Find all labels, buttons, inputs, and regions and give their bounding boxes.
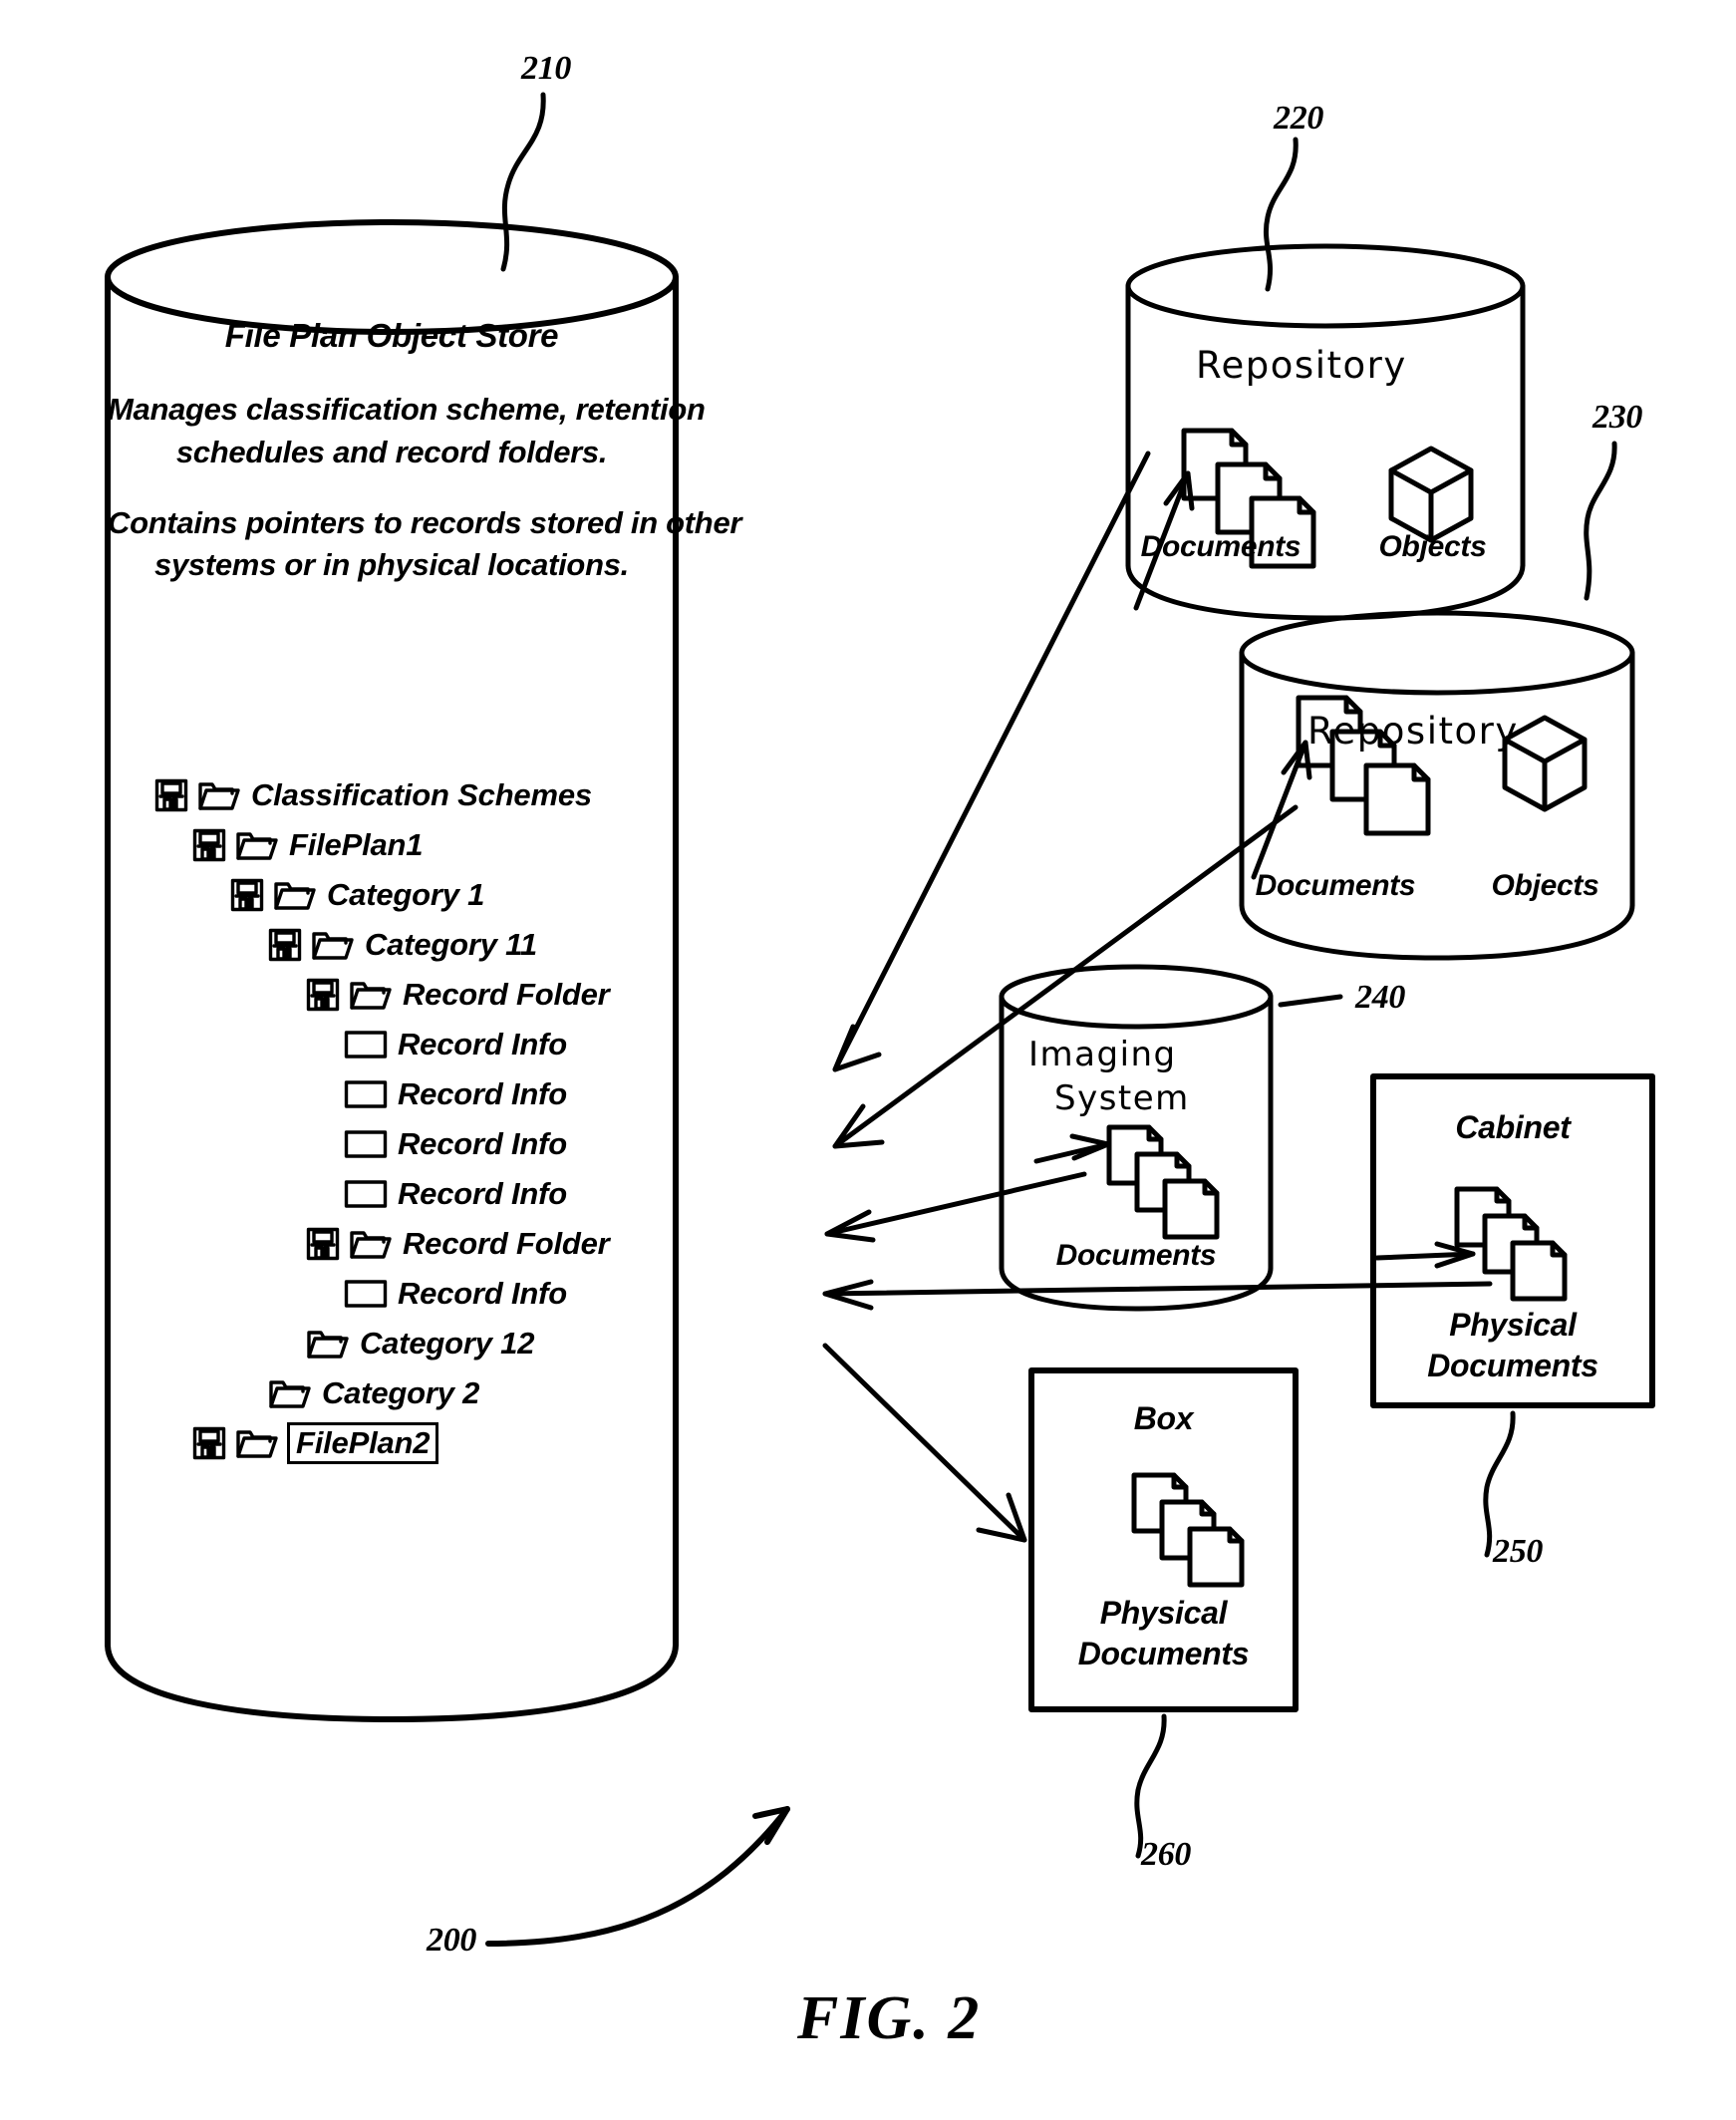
folder-icon [235, 1427, 279, 1459]
tree-row[interactable]: Record Info [154, 1020, 713, 1069]
repository-bottom-title: Repository [1307, 710, 1519, 753]
tree-row[interactable]: Category 12 [154, 1319, 713, 1368]
record-icon [344, 1279, 388, 1309]
repository-top-title: Repository [1196, 344, 1407, 387]
store-title: File Plan Object Store [224, 317, 559, 354]
record-icon [344, 1129, 388, 1159]
folder-icon [273, 879, 317, 911]
save-icon [230, 878, 264, 912]
store-paragraph-1-line-2: schedules and record folders. [175, 434, 608, 469]
tree-row[interactable]: Category 2 [154, 1368, 713, 1418]
ref-number-250: 250 [1493, 1533, 1544, 1570]
ref-number-240: 240 [1355, 979, 1406, 1016]
repository-top-documents-label: Documents [1140, 530, 1302, 563]
tree-item-label: Category 1 [327, 877, 485, 912]
store-paragraph-2-line-1: Contains pointers to records stored in o… [108, 504, 742, 540]
record-icon [344, 1030, 388, 1060]
tree-item-label: Category 2 [322, 1375, 480, 1410]
store-paragraph-1-line-1: Manages classification scheme, retention [108, 392, 706, 427]
save-icon [306, 978, 340, 1012]
repository-bottom-objects-label: Objects [1491, 869, 1599, 902]
save-icon [154, 778, 188, 812]
tree-row[interactable]: Record Info [154, 1119, 713, 1169]
folder-icon [349, 1228, 393, 1260]
tree-item-label: Classification Schemes [251, 777, 592, 812]
tree-item-label: Record Info [398, 1027, 568, 1061]
imaging-system-title-line-2: System [1054, 1078, 1190, 1118]
ref-number-230: 230 [1592, 399, 1643, 436]
save-icon [192, 828, 226, 862]
tree-row[interactable]: Record Folder [154, 970, 713, 1020]
save-icon [306, 1227, 340, 1261]
save-icon [268, 928, 302, 962]
patent-figure-page: 210 220 230 240 250 260 200 FIG. 2 File … [0, 0, 1736, 2120]
objects-cube-repository-top [1388, 446, 1474, 543]
folder-icon [349, 979, 393, 1011]
classification-tree[interactable]: Classification Schemes FilePlan1 Category … [154, 770, 713, 1468]
record-icon [344, 1179, 388, 1209]
tree-row[interactable]: Category 11 [154, 920, 713, 970]
document-stack-box [1131, 1472, 1245, 1588]
imaging-system-title-line-1: Imaging [1028, 1035, 1177, 1074]
repository-top-objects-label: Objects [1378, 530, 1487, 563]
cabinet-title: Cabinet [1455, 1109, 1571, 1145]
store-paragraph-1: Manages classification scheme, retention… [108, 389, 706, 474]
folder-icon [311, 929, 355, 961]
figure-label: FIG. 2 [797, 1984, 982, 2052]
save-icon [192, 1426, 226, 1460]
tree-item-label: FilePlan1 [289, 827, 424, 862]
tree-item-label: Category 12 [360, 1326, 535, 1361]
tree-row[interactable]: Classification Schemes [154, 770, 713, 820]
repository-bottom-documents-label: Documents [1255, 869, 1416, 902]
box-contents-line-2: Documents [1077, 1636, 1250, 1671]
tree-item-label: FilePlan2 [287, 1422, 439, 1464]
record-icon [344, 1079, 388, 1109]
folder-icon [306, 1328, 350, 1360]
folder-icon [268, 1377, 312, 1409]
tree-row[interactable]: Record Info [154, 1069, 713, 1119]
tree-item-label: Record Info [398, 1276, 568, 1311]
imaging-system-documents-label: Documents [1055, 1239, 1217, 1272]
ref-number-210: 210 [521, 50, 572, 87]
tree-row[interactable]: FilePlan1 [154, 820, 713, 870]
ref-number-260: 260 [1141, 1836, 1192, 1873]
ref-number-220: 220 [1274, 100, 1324, 137]
tree-row[interactable]: Record Folder [154, 1219, 713, 1269]
tree-item-label: Record Folder [403, 977, 610, 1012]
tree-row[interactable]: Record Info [154, 1169, 713, 1219]
ref-number-200: 200 [427, 1922, 477, 1959]
document-stack-imaging-system [1106, 1124, 1220, 1240]
folder-icon [235, 829, 279, 861]
tree-row[interactable]: Record Info [154, 1269, 713, 1319]
cabinet-contents-line-2: Documents [1427, 1348, 1598, 1383]
tree-item-label: Record Info [398, 1176, 568, 1211]
cabinet-contents-line-1: Physical [1449, 1307, 1577, 1343]
tree-item-label: Record Info [398, 1126, 568, 1161]
box-contents-line-1: Physical [1099, 1595, 1228, 1631]
tree-item-label: Category 11 [365, 927, 537, 962]
tree-item-label: Record Folder [403, 1226, 610, 1261]
tree-row[interactable]: FilePlan2 [154, 1418, 713, 1468]
tree-row[interactable]: Category 1 [154, 870, 713, 920]
store-paragraph-2: Contains pointers to records stored in o… [108, 502, 741, 588]
file-plan-object-store-text: File Plan Object Store Manages classific… [108, 317, 741, 582]
repository-bottom-cylinder [1239, 610, 1635, 961]
folder-icon [197, 779, 241, 811]
tree-item-label: Record Info [398, 1076, 568, 1111]
box-title: Box [1133, 1400, 1194, 1436]
store-paragraph-2-line-2: systems or in physical locations. [154, 547, 629, 583]
